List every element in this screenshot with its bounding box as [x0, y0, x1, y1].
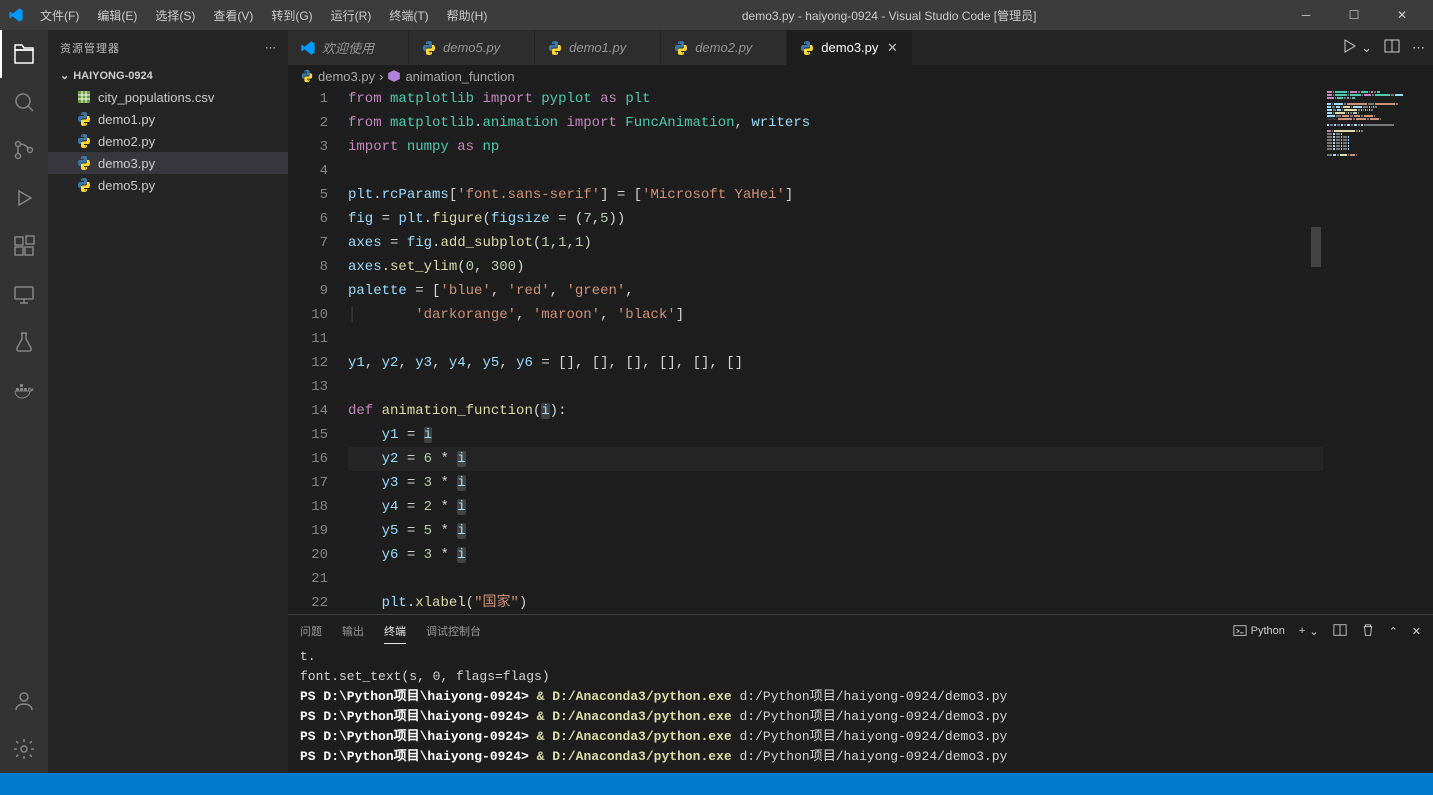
- more-actions-icon[interactable]: ⋯: [1412, 40, 1425, 56]
- folder-header[interactable]: ⌄ HAIYONG-0924: [48, 65, 288, 86]
- docker-icon[interactable]: [0, 366, 48, 414]
- close-tab-icon[interactable]: ✕: [884, 40, 900, 56]
- editor-tab[interactable]: demo1.py✕: [535, 30, 661, 65]
- trash-icon[interactable]: [1361, 623, 1375, 640]
- breadcrumb[interactable]: demo3.py › animation_function: [288, 65, 1433, 87]
- minimap[interactable]: [1323, 87, 1433, 614]
- source-control-icon[interactable]: [0, 126, 48, 174]
- panel-tabs: 问题输出终端调试控制台 Python + ⌄ ⌃ ✕: [288, 615, 1433, 647]
- file-item[interactable]: demo1.py: [48, 108, 288, 130]
- run-debug-icon[interactable]: [0, 174, 48, 222]
- more-icon[interactable]: ⋯: [265, 41, 276, 54]
- editor-tab[interactable]: demo2.py✕: [661, 30, 787, 65]
- file-item[interactable]: demo5.py: [48, 174, 288, 196]
- title-bar: 文件(F)编辑(E)选择(S)查看(V)转到(G)运行(R)终端(T)帮助(H)…: [0, 0, 1433, 30]
- run-icon[interactable]: [1341, 38, 1357, 57]
- editor-scrollbar[interactable]: [1309, 87, 1323, 614]
- code-editor[interactable]: 12345678910111213141516171819202122 from…: [288, 87, 1323, 614]
- menu-item[interactable]: 选择(S): [147, 3, 203, 28]
- editor-split: 12345678910111213141516171819202122 from…: [288, 87, 1433, 614]
- testing-icon[interactable]: [0, 318, 48, 366]
- menu-bar: 文件(F)编辑(E)选择(S)查看(V)转到(G)运行(R)终端(T)帮助(H): [32, 3, 495, 28]
- editor-tab[interactable]: 欢迎使用✕: [288, 30, 409, 65]
- line-gutter: 12345678910111213141516171819202122: [288, 87, 348, 614]
- menu-item[interactable]: 终端(T): [381, 3, 436, 28]
- menu-item[interactable]: 编辑(E): [89, 3, 145, 28]
- split-editor-icon[interactable]: [1384, 38, 1400, 57]
- panel-actions: Python + ⌄ ⌃ ✕: [1233, 623, 1421, 640]
- panel-tab[interactable]: 终端: [384, 619, 406, 644]
- editor-tab[interactable]: demo5.py✕: [409, 30, 535, 65]
- file-item[interactable]: demo2.py: [48, 130, 288, 152]
- editor-tab[interactable]: demo3.py✕: [787, 30, 913, 65]
- file-tree: city_populations.csvdemo1.pydemo2.pydemo…: [48, 86, 288, 196]
- tab-actions: ⌄ ⋯: [1333, 30, 1433, 65]
- chevron-down-icon: ⌄: [60, 69, 69, 82]
- python-file-icon: [300, 69, 314, 83]
- editor-tabs: 欢迎使用✕demo5.py✕demo1.py✕demo2.py✕demo3.py…: [288, 30, 1433, 65]
- terminal-output[interactable]: t. font.set_text(s, 0, flags=flags)PS D:…: [288, 647, 1433, 773]
- search-icon[interactable]: [0, 78, 48, 126]
- file-item[interactable]: city_populations.csv: [48, 86, 288, 108]
- explorer-icon[interactable]: [0, 30, 48, 78]
- remote-icon[interactable]: [0, 270, 48, 318]
- chevron-up-icon[interactable]: ⌃: [1389, 625, 1398, 638]
- terminal-kernel-icon[interactable]: Python: [1233, 624, 1285, 638]
- split-terminal-icon[interactable]: [1333, 623, 1347, 640]
- menu-item[interactable]: 转到(G): [263, 3, 320, 28]
- scroll-thumb[interactable]: [1311, 227, 1321, 267]
- menu-item[interactable]: 文件(F): [32, 3, 87, 28]
- explorer-sidebar: 资源管理器 ⋯ ⌄ HAIYONG-0924 city_populations.…: [48, 30, 288, 773]
- breadcrumb-separator: ›: [379, 69, 383, 84]
- close-panel-icon[interactable]: ✕: [1412, 625, 1421, 638]
- maximize-button[interactable]: ☐: [1331, 0, 1377, 30]
- new-terminal-icon[interactable]: +: [1299, 625, 1305, 637]
- extensions-icon[interactable]: [0, 222, 48, 270]
- sidebar-header: 资源管理器 ⋯: [48, 30, 288, 65]
- run-dropdown-icon[interactable]: ⌄: [1361, 40, 1372, 56]
- close-button[interactable]: ✕: [1379, 0, 1425, 30]
- sidebar-title: 资源管理器: [60, 40, 265, 56]
- window-title: demo3.py - haiyong-0924 - Visual Studio …: [495, 7, 1283, 24]
- minimize-button[interactable]: ─: [1283, 0, 1329, 30]
- menu-item[interactable]: 运行(R): [323, 3, 380, 28]
- main-layout: 资源管理器 ⋯ ⌄ HAIYONG-0924 city_populations.…: [0, 30, 1433, 773]
- code-content[interactable]: from matplotlib import pyplot as pltfrom…: [348, 87, 1323, 614]
- status-bar: [0, 773, 1433, 795]
- account-icon[interactable]: [0, 677, 48, 725]
- bottom-panel: 问题输出终端调试控制台 Python + ⌄ ⌃ ✕ t. font.set_t…: [288, 614, 1433, 773]
- terminal-dropdown-icon[interactable]: ⌄: [1309, 625, 1318, 638]
- file-item[interactable]: demo3.py: [48, 152, 288, 174]
- terminal-kernel-label: Python: [1251, 625, 1285, 637]
- folder-name: HAIYONG-0924: [73, 70, 152, 82]
- window-controls: ─ ☐ ✕: [1283, 0, 1425, 30]
- vscode-icon: [8, 7, 24, 23]
- panel-tab[interactable]: 调试控制台: [426, 619, 481, 643]
- settings-icon[interactable]: [0, 725, 48, 773]
- menu-item[interactable]: 查看(V): [205, 3, 261, 28]
- breadcrumb-file: demo3.py: [318, 69, 375, 84]
- menu-item[interactable]: 帮助(H): [439, 3, 496, 28]
- symbol-method-icon: [387, 69, 401, 83]
- activity-bar: [0, 30, 48, 773]
- panel-tab[interactable]: 问题: [300, 619, 322, 643]
- breadcrumb-symbol: animation_function: [405, 69, 514, 84]
- editor-area: 欢迎使用✕demo5.py✕demo1.py✕demo2.py✕demo3.py…: [288, 30, 1433, 773]
- panel-tab[interactable]: 输出: [342, 619, 364, 643]
